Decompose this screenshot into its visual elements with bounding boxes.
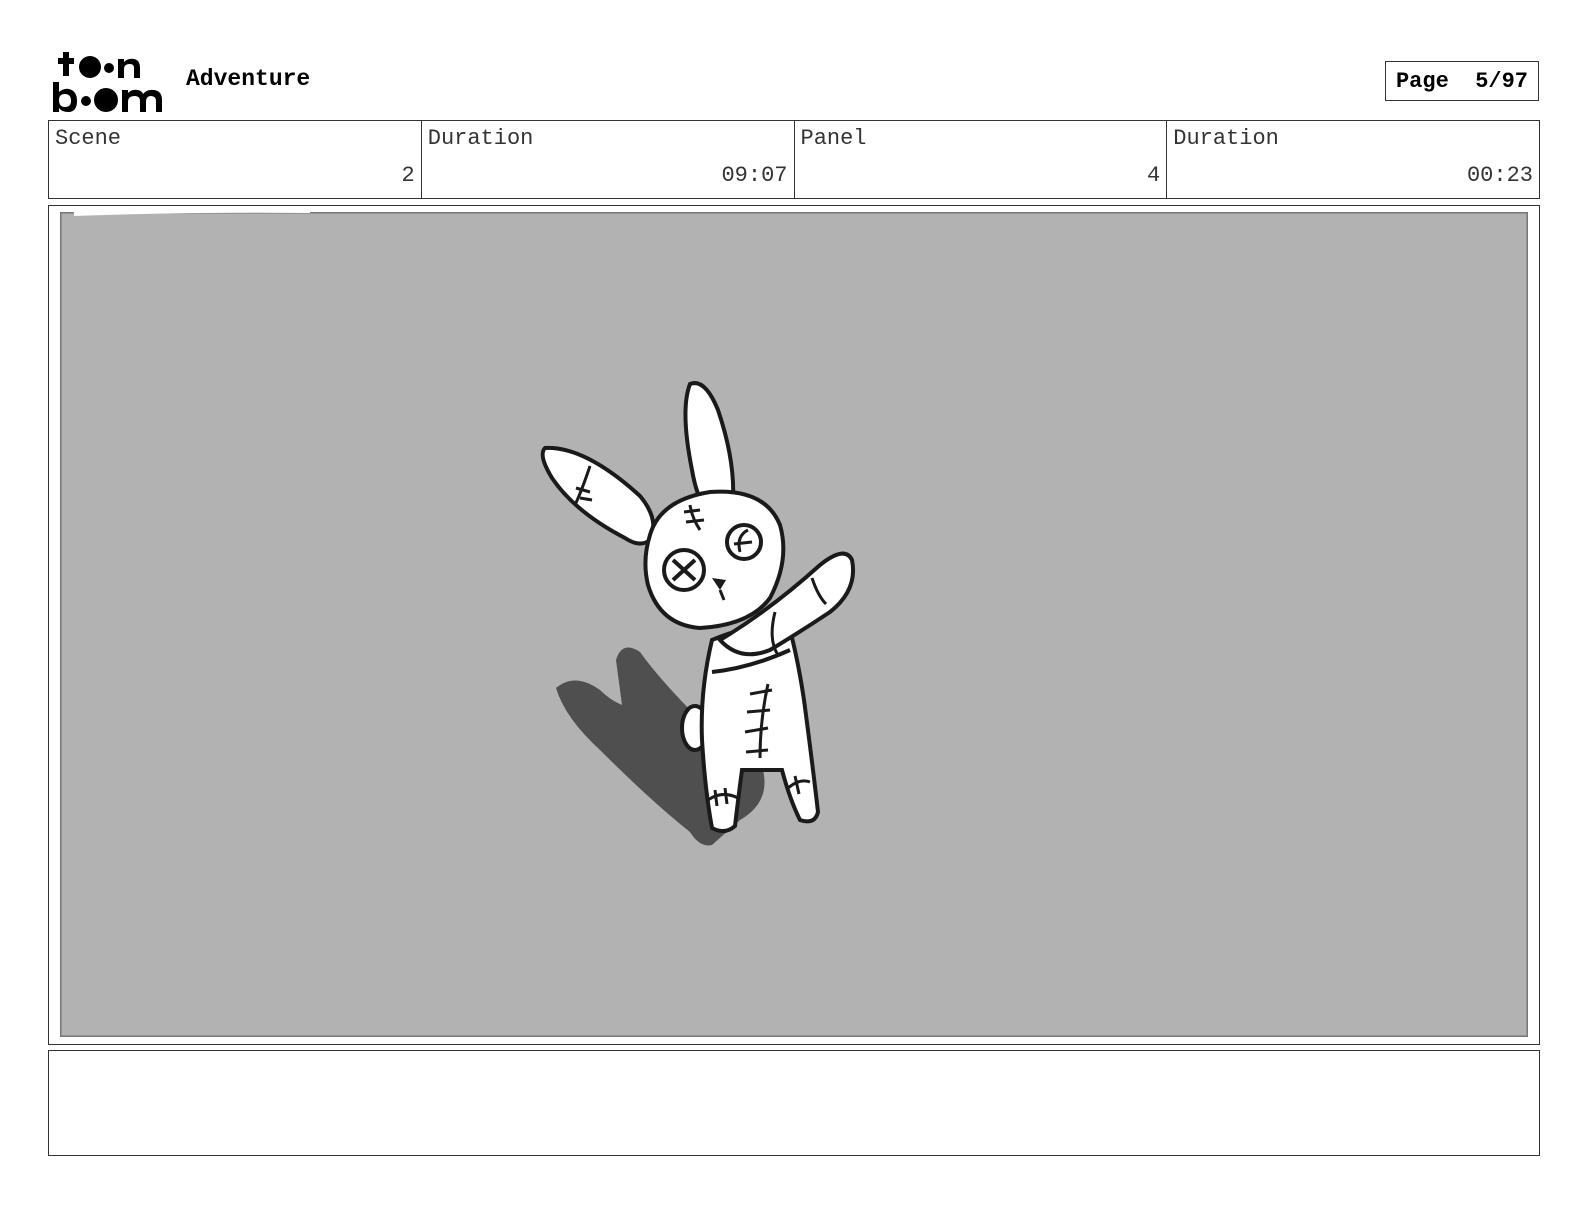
- panel-duration-value: 00:23: [1466, 163, 1533, 188]
- scene-duration-label: Duration: [427, 126, 534, 151]
- panel-notes-box: [48, 1050, 1540, 1156]
- scene-duration-value: 09:07: [721, 163, 788, 188]
- scene-value: 2: [401, 163, 415, 188]
- panel-value: 4: [1147, 163, 1161, 188]
- panel-label: Panel: [800, 126, 867, 151]
- page-label: Page: [1395, 68, 1449, 94]
- project-title: Adventure: [186, 66, 311, 92]
- scene-cell: Scene 2: [49, 121, 422, 198]
- scene-duration-cell: Duration 09:07: [422, 121, 795, 198]
- toon-boom-logo: [53, 52, 162, 112]
- panel-duration-label: Duration: [1173, 126, 1279, 151]
- panel-cell: Panel 4: [795, 121, 1168, 198]
- page-indicator: Page 5/97: [1385, 61, 1539, 101]
- scene-info-table: Scene 2 Duration 09:07 Panel 4 Duration …: [48, 120, 1540, 199]
- storyboard-panel-drawing: [60, 212, 1528, 1037]
- scene-label: Scene: [55, 126, 122, 151]
- page-number: 5/97: [1475, 68, 1529, 94]
- panel-duration-cell: Duration 00:23: [1167, 121, 1539, 198]
